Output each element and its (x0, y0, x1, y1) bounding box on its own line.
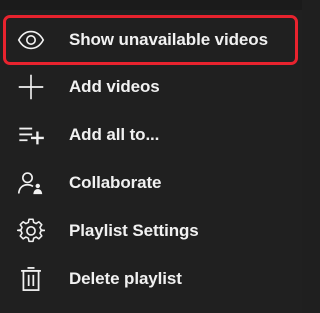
menu-item-add-videos[interactable]: Add videos (0, 65, 302, 109)
menu-item-label: Collaborate (69, 173, 162, 192)
menu-top-edge (0, 0, 302, 10)
trash-icon (16, 264, 46, 294)
menu-item-collaborate[interactable]: Collaborate (0, 161, 302, 205)
menu-item-label: Playlist Settings (69, 221, 199, 240)
menu-item-show-unavailable-videos[interactable]: Show unavailable videos (0, 18, 302, 62)
playlist-options-menu: Show unavailable videos Add videos Add a… (0, 0, 302, 313)
menu-item-label: Show unavailable videos (69, 30, 268, 49)
menu-item-playlist-settings[interactable]: Playlist Settings (0, 209, 302, 253)
playlist-add-icon (16, 120, 46, 150)
menu-item-add-all-to[interactable]: Add all to... (0, 113, 302, 157)
gear-icon (16, 216, 46, 246)
menu-item-delete-playlist[interactable]: Delete playlist (0, 257, 302, 301)
eye-icon (16, 25, 46, 55)
menu-item-label: Delete playlist (69, 269, 182, 288)
plus-icon (16, 72, 46, 102)
menu-item-label: Add all to... (69, 125, 160, 144)
person-add-icon (16, 168, 46, 198)
menu-item-label: Add videos (69, 77, 160, 96)
